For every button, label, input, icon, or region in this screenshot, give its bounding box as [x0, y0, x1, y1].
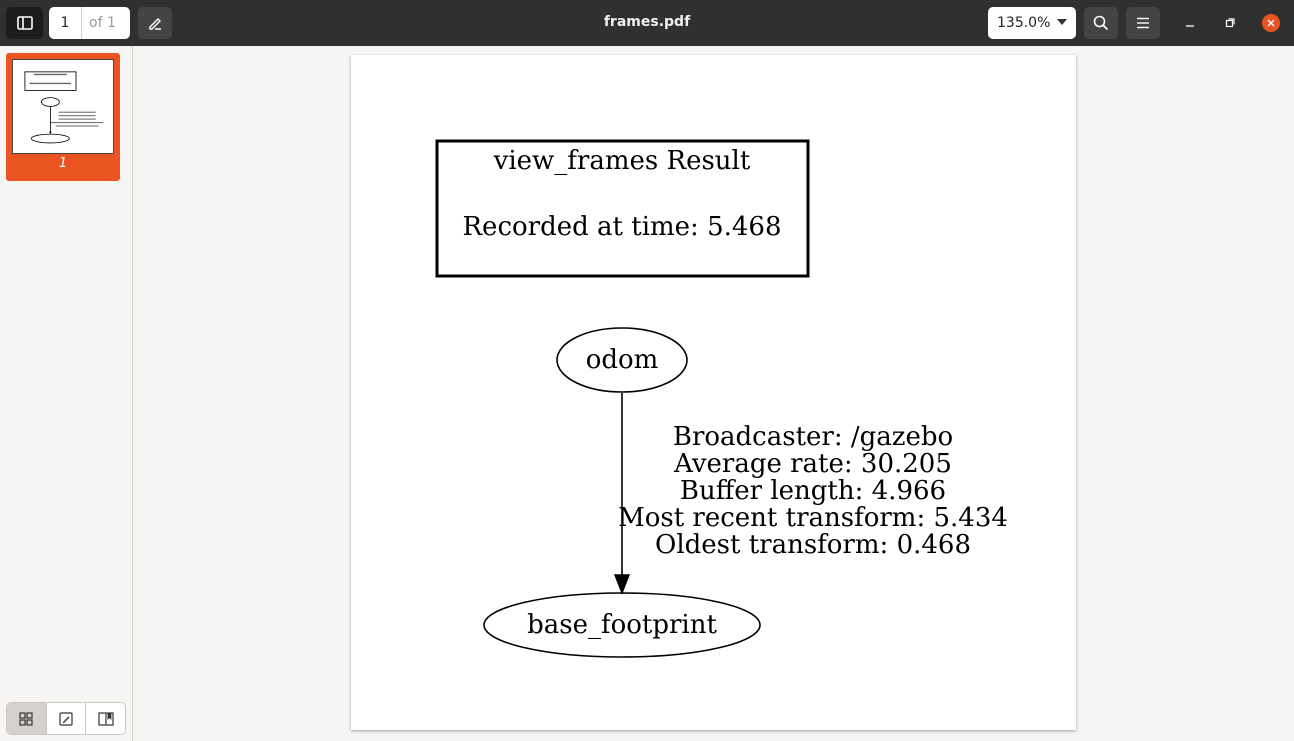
hamburger-icon: [1137, 17, 1149, 29]
annotations-view-button[interactable]: [47, 703, 87, 734]
header-bar: 1 of 1 frames.pdf 135.0%: [0, 0, 1294, 46]
edge-average-rate: Average rate: 30.205: [673, 449, 952, 479]
bookmarks-view-button[interactable]: [86, 703, 125, 734]
page-selector: 1 of 1: [49, 7, 130, 39]
node-base-footprint-label: base_footprint: [527, 610, 717, 640]
close-button[interactable]: [1262, 14, 1280, 32]
sidebar: 1: [0, 46, 133, 741]
main-menu-button[interactable]: [1126, 7, 1160, 39]
annotate-button[interactable]: [138, 7, 172, 39]
sidebar-icon: [16, 16, 33, 30]
chevron-down-icon: [1057, 19, 1067, 25]
page-thumbnail[interactable]: 1: [6, 53, 120, 181]
zoom-level: 135.0%: [997, 15, 1051, 31]
restore-icon: [1225, 18, 1235, 28]
document-view[interactable]: view_frames Result Recorded at time: 5.4…: [134, 46, 1294, 741]
page-number-input[interactable]: 1: [49, 7, 82, 39]
thumbnails-icon: [19, 711, 33, 726]
search-icon: [1093, 15, 1109, 31]
thumbnail-page-label: 1: [58, 156, 68, 171]
thumbnails-view-button[interactable]: [7, 703, 47, 734]
result-recorded-time: Recorded at time: 5.468: [462, 212, 781, 242]
thumbnail-preview: [12, 59, 114, 154]
sidebar-view-switcher: [6, 702, 126, 735]
page-count-label: of 1: [89, 15, 116, 31]
pencil-icon: [149, 18, 161, 30]
minimize-icon: [1186, 25, 1194, 27]
node-odom-label: odom: [586, 345, 659, 375]
bookmarks-icon: [98, 711, 114, 726]
pdf-page: view_frames Result Recorded at time: 5.4…: [351, 55, 1076, 730]
minimize-button[interactable]: [1175, 7, 1205, 39]
result-title: view_frames Result: [493, 146, 751, 176]
edge-broadcaster: Broadcaster: /gazebo: [673, 422, 953, 452]
annotations-icon: [59, 711, 73, 726]
tf-frames-graph: view_frames Result Recorded at time: 5.4…: [435, 139, 1008, 658]
maximize-button[interactable]: [1215, 7, 1245, 39]
search-button[interactable]: [1084, 7, 1118, 39]
thumbnail-image: [24, 71, 104, 144]
close-icon: [1267, 19, 1275, 27]
edge-oldest-transform: Oldest transform: 0.468: [655, 530, 971, 560]
zoom-selector[interactable]: 135.0%: [988, 7, 1076, 39]
edge-most-recent-transform: Most recent transform: 5.434: [618, 503, 1008, 533]
edge-buffer-length: Buffer length: 4.966: [680, 476, 946, 506]
edge-arrowhead: [613, 574, 631, 595]
sidebar-toggle-button[interactable]: [6, 7, 43, 39]
